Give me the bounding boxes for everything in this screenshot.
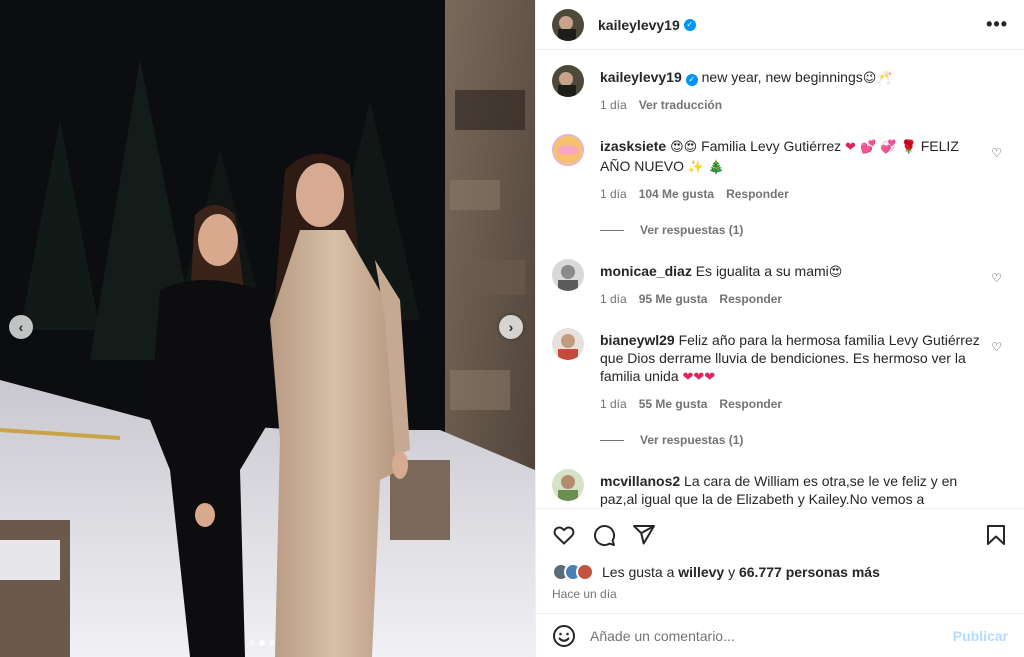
- verified-badge-icon: ✓: [685, 74, 698, 86]
- view-replies-button[interactable]: Ver respuestas (1): [600, 433, 1008, 447]
- comment-emoji: 😍😍: [670, 140, 698, 155]
- post-header: kaileylevy19 ✓ •••: [536, 0, 1024, 50]
- caption: kaileylevy19 ✓ new year, new beginnings😉🥂…: [552, 65, 1008, 112]
- carousel-dot: [249, 640, 255, 646]
- like-comment-heart-icon[interactable]: ♡: [991, 271, 1002, 285]
- comment-time[interactable]: 1 día: [600, 292, 627, 306]
- view-replies-button[interactable]: Ver respuestas (1): [600, 223, 1008, 237]
- caption-time[interactable]: 1 día: [600, 98, 627, 112]
- comment: izasksiete 😍😍 Familia Levy Gutiérrez ❤ 💕…: [552, 134, 1008, 201]
- like-heart-icon[interactable]: [552, 523, 576, 547]
- comment-emoji: ❤ 💕 💞 🌹: [845, 140, 917, 155]
- comment-emoji: 😍: [828, 265, 843, 280]
- author-username[interactable]: kaileylevy19: [598, 17, 680, 33]
- chevron-left-icon: ‹: [18, 319, 24, 335]
- liker-username[interactable]: willevy: [678, 564, 724, 580]
- carousel-dot: [269, 640, 275, 646]
- comments-list[interactable]: kaileylevy19 ✓ new year, new beginnings😉🥂…: [536, 51, 1024, 508]
- post-time[interactable]: Hace un día: [552, 587, 1008, 601]
- previous-photo-button[interactable]: ‹: [9, 315, 33, 339]
- comment-text: Es igualita a su mami: [695, 263, 829, 279]
- comment: monicae_diaz Es igualita a su mami😍 1 dí…: [552, 259, 1008, 306]
- save-bookmark-icon[interactable]: [984, 523, 1008, 547]
- like-comment-heart-icon[interactable]: ♡: [991, 340, 1002, 354]
- post-side-panel: kaileylevy19 ✓ ••• kaileylevy19 ✓ new yea…: [535, 0, 1024, 657]
- post-photo[interactable]: ‹ ›: [0, 0, 535, 657]
- comment-likes[interactable]: 55 Me gusta: [639, 397, 708, 411]
- caption-text: new year, new beginnings: [701, 69, 863, 85]
- comment-username[interactable]: mcvillanos2: [600, 473, 680, 489]
- next-photo-button[interactable]: ›: [499, 315, 523, 339]
- carousel-indicator: [249, 640, 275, 646]
- commenter-avatar[interactable]: [552, 259, 584, 291]
- share-send-icon[interactable]: [632, 523, 656, 547]
- likes-prefix: Les gusta a: [602, 564, 675, 580]
- comment-bubble-icon[interactable]: [592, 523, 616, 547]
- photo-scene: [0, 0, 535, 657]
- reply-button[interactable]: Responder: [719, 397, 782, 411]
- like-comment-heart-icon[interactable]: ♡: [991, 146, 1002, 160]
- likes-connector: y: [728, 564, 736, 580]
- see-translation-link[interactable]: Ver traducción: [639, 98, 722, 112]
- comment-time[interactable]: 1 día: [600, 397, 627, 411]
- chevron-right-icon: ›: [508, 319, 514, 335]
- comment: bianeywl29 Feliz año para la hermosa fam…: [552, 328, 1008, 411]
- view-replies-label: Ver respuestas (1): [640, 223, 744, 237]
- add-comment-bar: Publicar: [536, 613, 1024, 657]
- comment: mcvillanos2 La cara de William es otra,s…: [552, 469, 1008, 508]
- divider: [600, 229, 624, 231]
- verified-badge-icon: ✓: [683, 18, 696, 31]
- comment-username[interactable]: monicae_diaz: [600, 263, 692, 279]
- liker-avatar: [576, 563, 594, 581]
- post-actions: Les gusta a willevy y 66.777 personas má…: [536, 508, 1024, 601]
- commenter-avatar[interactable]: [552, 469, 584, 501]
- comment-text: Familia Levy Gutiérrez: [701, 138, 842, 154]
- caption-emoji: 😉🥂: [862, 71, 893, 86]
- likes-others[interactable]: 66.777 personas más: [739, 564, 880, 580]
- view-replies-label: Ver respuestas (1): [640, 433, 744, 447]
- divider: [600, 439, 624, 441]
- author-avatar[interactable]: [552, 65, 584, 97]
- commenter-avatar[interactable]: [552, 134, 584, 166]
- comment-input[interactable]: [590, 627, 953, 644]
- comment-likes[interactable]: 95 Me gusta: [639, 292, 708, 306]
- comment-likes[interactable]: 104 Me gusta: [639, 187, 714, 201]
- liker-avatars: [552, 563, 594, 581]
- author-avatar[interactable]: [552, 8, 584, 41]
- reply-button[interactable]: Responder: [719, 292, 782, 306]
- comment-username[interactable]: izasksiete: [600, 138, 666, 154]
- emoji-picker-icon[interactable]: [552, 624, 576, 648]
- comment-emoji: ❤❤❤: [682, 370, 716, 385]
- comment-time[interactable]: 1 día: [600, 187, 627, 201]
- commenter-avatar[interactable]: [552, 328, 584, 360]
- publish-button[interactable]: Publicar: [953, 628, 1008, 644]
- caption-username[interactable]: kaileylevy19: [600, 69, 682, 85]
- carousel-dot-active: [259, 640, 265, 646]
- reply-button[interactable]: Responder: [726, 187, 789, 201]
- comment-username[interactable]: bianeywl29: [600, 332, 675, 348]
- likes-summary[interactable]: Les gusta a willevy y 66.777 personas má…: [552, 563, 1008, 581]
- comment-emoji: ✨ 🎄: [687, 160, 725, 175]
- post-modal: ‹ › kaileylevy19 ✓ ••• kaileylevy19 ✓ ne…: [0, 0, 1024, 657]
- more-options-icon[interactable]: •••: [986, 14, 1008, 35]
